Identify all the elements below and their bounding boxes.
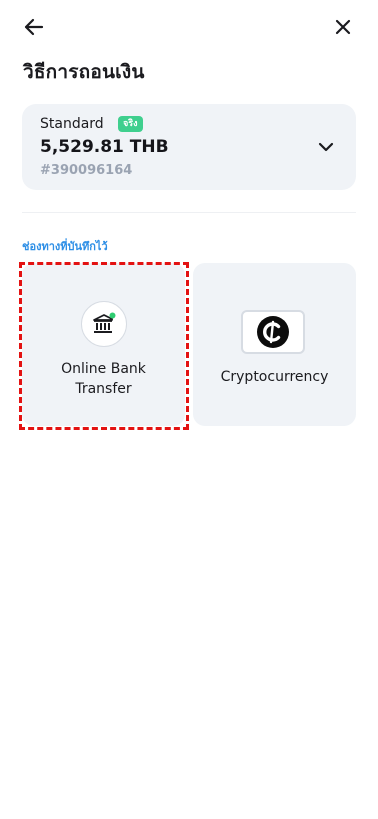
method-label-line1: Online Bank xyxy=(61,361,146,377)
page-title: วิธีการถอนเงิน xyxy=(23,61,145,83)
account-balance: 5,529.81 THB xyxy=(40,137,169,157)
saved-methods-label: ช่องทางที่บันทึกไว้ xyxy=(22,240,108,253)
method-label: Online Bank Transfer xyxy=(22,359,185,399)
back-button[interactable] xyxy=(22,15,46,39)
method-label: Cryptocurrency xyxy=(220,369,329,385)
account-number: #390096164 xyxy=(40,163,133,178)
method-cryptocurrency[interactable]: Cryptocurrency xyxy=(193,263,356,426)
close-button[interactable] xyxy=(331,15,355,39)
top-bar xyxy=(0,0,378,54)
divider xyxy=(22,212,356,213)
account-status-badge: จริง xyxy=(118,116,143,132)
chevron-down-icon[interactable] xyxy=(316,137,336,157)
crypto-coin-icon xyxy=(241,310,305,354)
method-label-line2: Transfer xyxy=(75,381,132,397)
account-type: Standard xyxy=(40,116,104,132)
account-selector[interactable]: Standard จริง 5,529.81 THB #390096164 xyxy=(22,104,356,190)
method-online-bank-transfer[interactable]: Online Bank Transfer xyxy=(22,263,185,426)
arrow-left-icon xyxy=(24,18,44,36)
close-icon xyxy=(335,19,351,35)
bank-icon xyxy=(81,301,127,347)
